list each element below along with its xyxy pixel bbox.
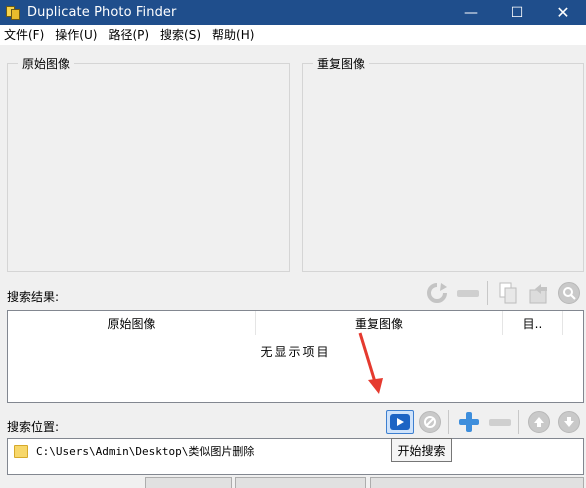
window-title: Duplicate Photo Finder: [27, 5, 177, 20]
menu-help[interactable]: 帮助(H): [208, 25, 258, 45]
add-location-button[interactable]: [456, 409, 482, 435]
location-item[interactable]: C:\Users\Admin\Desktop\类似图片删除: [14, 442, 254, 460]
results-list[interactable]: 原始图像 重复图像 目.. 无显示项目: [7, 310, 584, 403]
stop-icon: [419, 411, 441, 433]
plus-icon: [459, 412, 479, 432]
app-icon: [5, 5, 21, 21]
play-icon: [390, 414, 410, 430]
copy-button[interactable]: [495, 280, 521, 306]
search-locations-list[interactable]: C:\Users\Admin\Desktop\类似图片删除: [7, 438, 584, 475]
toolbar-separator: [518, 410, 519, 434]
menu-operate[interactable]: 操作(U): [51, 25, 101, 45]
bottom-button-3[interactable]: [370, 477, 584, 488]
toolbar-separator: [487, 281, 488, 305]
move-up-button[interactable]: [526, 409, 552, 435]
search-location-label: 搜索位置:: [7, 420, 60, 434]
move-button[interactable]: [526, 280, 552, 306]
location-path: C:\Users\Admin\Desktop\类似图片删除: [36, 445, 255, 458]
original-image-title: 原始图像: [18, 55, 75, 72]
empty-results-text: 无显示项目: [260, 345, 331, 359]
column-original[interactable]: 原始图像: [8, 311, 256, 335]
remove-location-button[interactable]: [487, 409, 513, 435]
bottom-button-2[interactable]: [235, 477, 366, 488]
play-button-frame: [386, 410, 414, 434]
close-button[interactable]: ✕: [540, 0, 586, 25]
duplicate-image-title: 重复图像: [313, 55, 370, 72]
move-folder-icon: [529, 284, 547, 304]
maximize-button[interactable]: ☐: [494, 0, 540, 25]
search-result-button[interactable]: [556, 280, 582, 306]
minus-icon: [457, 289, 479, 297]
start-search-tooltip: 开始搜索: [391, 438, 452, 462]
search-results-label: 搜索结果:: [7, 290, 60, 304]
menu-search[interactable]: 搜索(S): [156, 25, 205, 45]
stop-search-button[interactable]: [417, 409, 443, 435]
bottom-button-1[interactable]: [145, 477, 232, 488]
column-directory[interactable]: 目..: [503, 311, 563, 335]
arrow-down-icon: [558, 411, 580, 433]
minimize-button[interactable]: —: [448, 0, 494, 25]
red-arrow-annotation: [358, 332, 383, 394]
original-image-panel: 原始图像: [7, 55, 290, 272]
folder-icon: [14, 444, 28, 458]
move-down-button[interactable]: [556, 409, 582, 435]
start-search-button[interactable]: [385, 409, 415, 435]
duplicate-image-panel: 重复图像: [302, 55, 584, 272]
toolbar-separator: [448, 410, 449, 434]
magnifier-icon: [558, 282, 580, 304]
delete-result-button[interactable]: [455, 280, 481, 306]
refresh-button[interactable]: [424, 280, 450, 306]
copy-icon: [499, 282, 517, 304]
arrow-up-icon: [528, 411, 550, 433]
menu-file[interactable]: 文件(F): [0, 25, 48, 45]
minus-icon: [489, 418, 511, 426]
menu-bar: 文件(F) 操作(U) 路径(P) 搜索(S) 帮助(H): [0, 25, 586, 45]
menu-path[interactable]: 路径(P): [104, 25, 153, 45]
title-bar: Duplicate Photo Finder — ☐ ✕: [0, 0, 586, 25]
refresh-icon: [427, 283, 447, 303]
